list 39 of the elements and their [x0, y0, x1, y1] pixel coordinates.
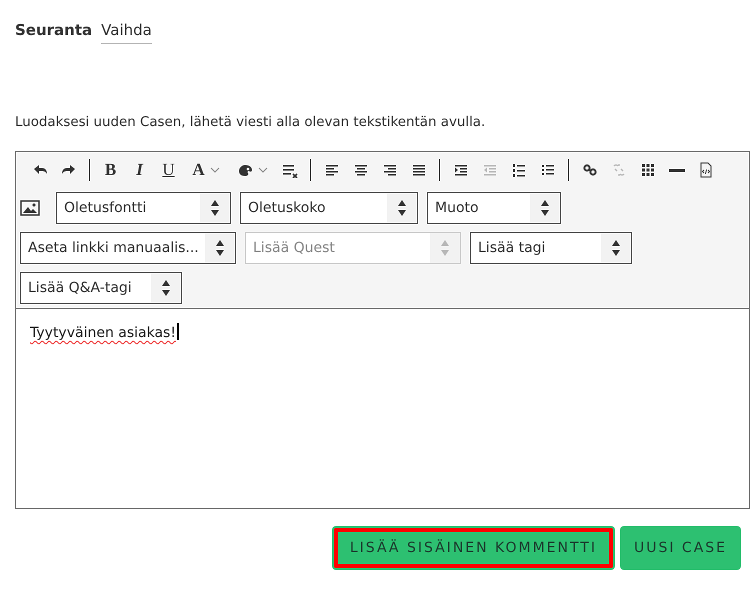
select-field[interactable]: Oletuskoko	[240, 192, 418, 224]
select-field[interactable]: Oletusfontti	[56, 192, 231, 224]
align-center-icon	[352, 162, 368, 178]
select-field[interactable]: Lisää tagi	[470, 232, 632, 264]
image-icon[interactable]	[20, 200, 40, 216]
link-icon	[582, 162, 598, 178]
updown-arrow-icon	[161, 279, 171, 297]
chevron-icon	[258, 166, 268, 174]
format-button[interactable]: I	[125, 157, 154, 183]
updown-arrow-icon	[215, 239, 225, 257]
select-field[interactable]: Lisää Q&A-tagi	[20, 272, 182, 304]
select-field[interactable]: Aseta linkki manuaalis...	[20, 232, 236, 264]
updown-arrow-icon	[210, 199, 220, 217]
outdent-icon	[482, 162, 498, 178]
numbered-list-icon	[510, 162, 526, 178]
updown-arrow-icon	[397, 199, 407, 217]
updown-arrow-icon	[540, 199, 550, 217]
message-field[interactable]: Tyytyväinen asiakas!	[16, 308, 749, 508]
text-color-button[interactable]: A	[183, 157, 229, 183]
updown-arrow-icon	[611, 239, 621, 257]
grid-icon	[640, 162, 656, 178]
palette-icon	[236, 162, 252, 178]
source-code-icon	[698, 162, 714, 178]
format-button[interactable]: B	[96, 157, 125, 183]
instruction-text: Luodaksesi uuden Casen, lähetä viesti alla olevan tekstikentän avulla.	[15, 115, 486, 130]
internal-comment-button[interactable]: LISÄÄ SISÄINEN KOMMENTTI	[332, 526, 615, 570]
clear-format-icon	[282, 162, 298, 178]
bullet-list-icon	[540, 162, 556, 178]
format-button[interactable]: U	[154, 157, 183, 183]
new-case-button[interactable]: UUSI CASE	[620, 526, 741, 570]
chevron-icon	[210, 166, 220, 174]
align-right-icon	[382, 162, 398, 178]
indent-icon	[452, 162, 468, 178]
switch-link[interactable]: Vaihda	[101, 21, 152, 44]
align-left-icon	[324, 162, 340, 178]
updown-arrow-icon	[440, 239, 450, 257]
justify-icon	[410, 162, 426, 178]
select-field[interactable]: Muoto	[427, 192, 561, 224]
page-title: Seuranta	[15, 21, 92, 39]
